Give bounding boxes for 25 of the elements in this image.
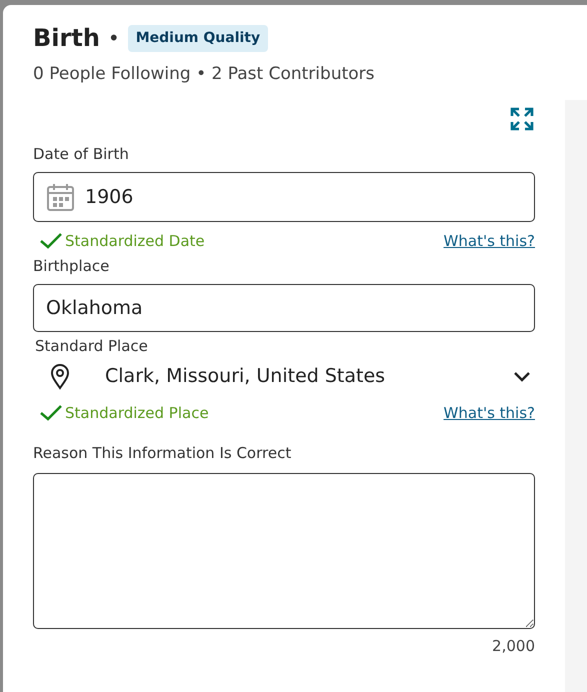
field-label: Birthplace [33, 256, 110, 276]
check-icon [39, 404, 63, 422]
standard-place-dropdown[interactable]: Clark, Missouri, United States [33, 358, 535, 396]
check-icon [39, 232, 63, 250]
help-link[interactable]: What's this? [444, 230, 535, 252]
birthplace-value: Oklahoma [46, 296, 143, 321]
bullet-separator: • [108, 25, 120, 52]
help-link[interactable]: What's this? [444, 402, 535, 424]
character-counter: 2,000 [492, 636, 535, 656]
status-text: Standardized Place [65, 402, 209, 424]
standard-place-value: Clark, Missouri, United States [105, 364, 386, 390]
field-label: Standard Place [34, 336, 149, 357]
calendar-icon [46, 182, 75, 212]
chevron-down-icon [513, 370, 531, 382]
field-label: Reason This Information Is Correct [33, 443, 292, 464]
contributors-summary: 0 People Following • 2 Past Contributors [33, 63, 376, 86]
status-text: Standardized Date [65, 231, 205, 252]
expand-icon[interactable] [509, 106, 535, 132]
field-label: Date of Birth [33, 144, 130, 164]
date-value: 1906 [85, 184, 134, 210]
quality-badge: Medium Quality [128, 24, 268, 52]
location-pin-icon [49, 364, 71, 390]
date-input[interactable]: 1906 [33, 172, 535, 222]
birthplace-input[interactable]: Oklahoma [33, 284, 535, 332]
section-title: Birth [33, 23, 100, 54]
